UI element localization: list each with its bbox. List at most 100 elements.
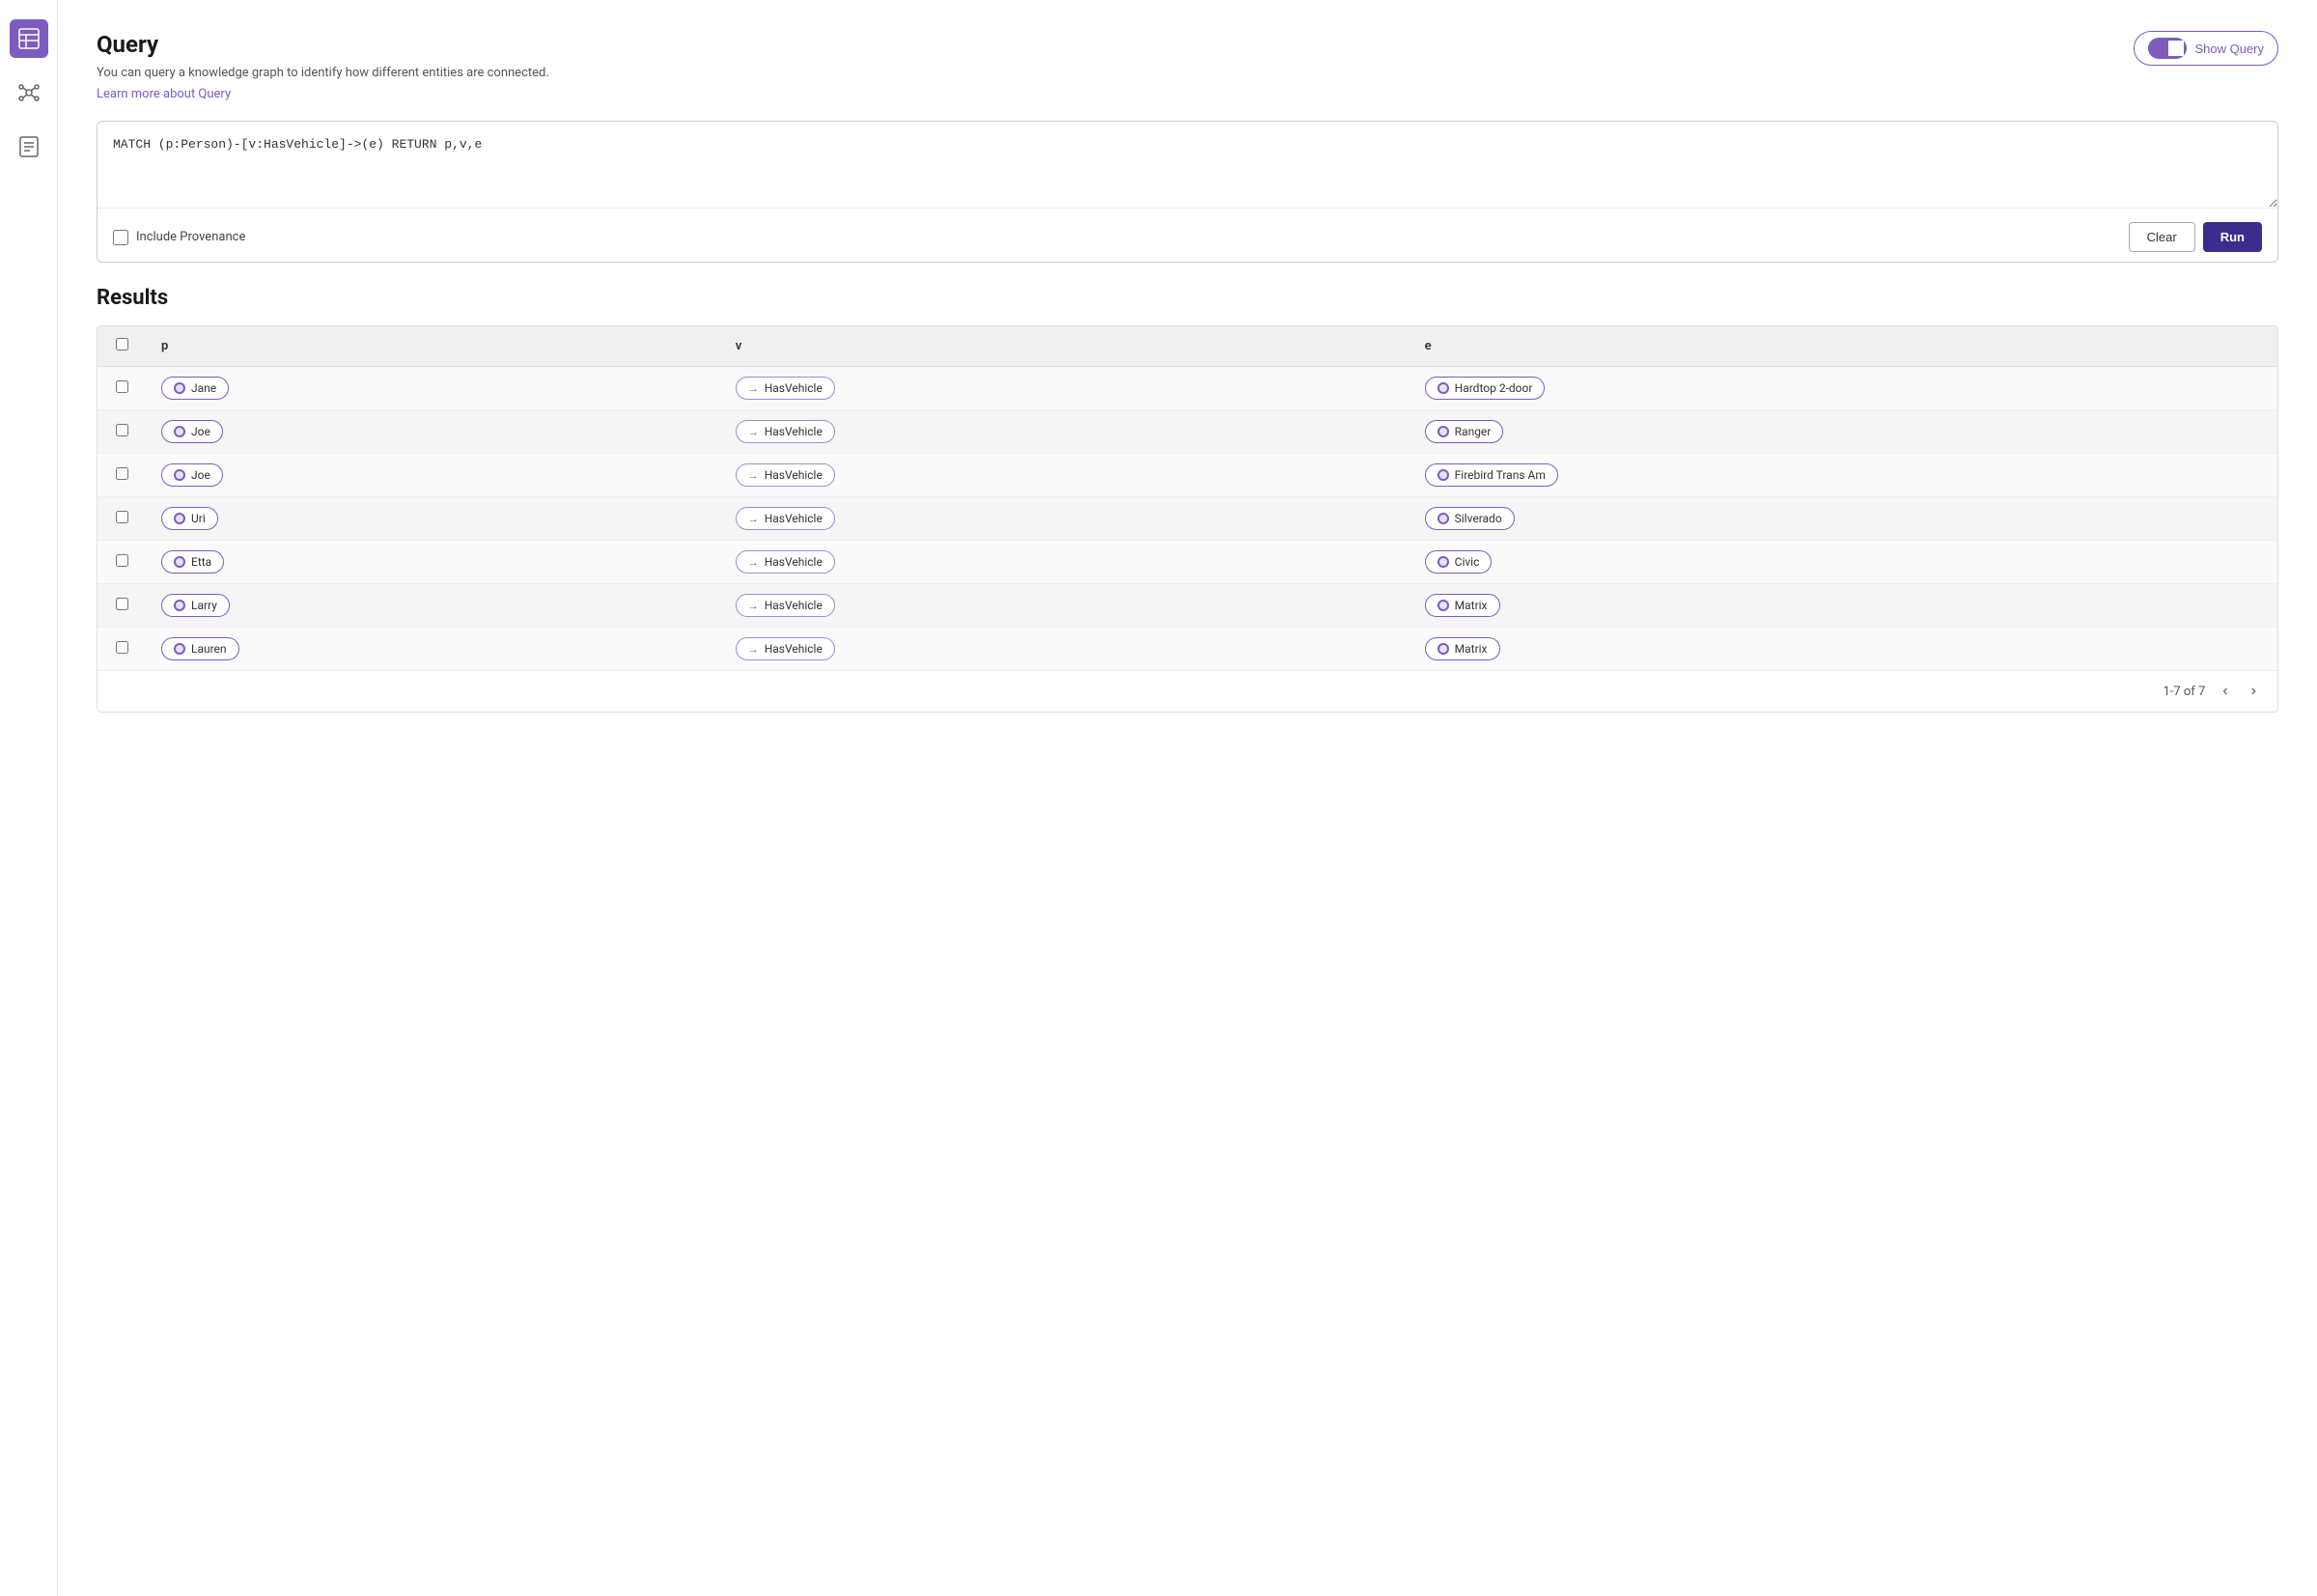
pill-dot [174, 600, 185, 611]
pill-label: Matrix [1455, 599, 1488, 612]
provenance-label-text: Include Provenance [136, 230, 245, 244]
cell-e: Hardtop 2-door [1410, 367, 2277, 410]
include-provenance-label[interactable]: Include Provenance [113, 230, 245, 245]
edge-label: HasVehicle [765, 599, 823, 612]
pill-edge: → HasVehicle [736, 594, 835, 617]
pill-label: Ranger [1455, 425, 1492, 438]
row-checkbox-cell [98, 541, 146, 584]
sidebar-icon-graph[interactable] [10, 73, 48, 112]
sidebar-icon-table[interactable] [10, 19, 48, 58]
table-row: Joe → HasVehicle Firebird Trans Am [98, 454, 2277, 497]
pill-person: Etta [161, 550, 224, 574]
cell-e: Ranger [1410, 410, 2277, 454]
edge-arrow: → [748, 469, 759, 482]
cell-p: Etta [146, 541, 720, 584]
results-title: Results [97, 286, 2278, 310]
pill-dot [1438, 469, 1449, 481]
edge-label: HasVehicle [765, 512, 823, 525]
row-checkbox[interactable] [116, 467, 128, 480]
pill-person: Lauren [161, 637, 239, 660]
row-checkbox-cell [98, 410, 146, 454]
row-checkbox[interactable] [116, 554, 128, 567]
results-table-wrapper: p v e Jane → HasVehicle Hardtop 2-door Joe → H… [97, 325, 2278, 713]
cell-p: Joe [146, 454, 720, 497]
table-row: Etta → HasVehicle Civic [98, 541, 2277, 584]
row-checkbox[interactable] [116, 641, 128, 654]
pill-person: Joe [161, 420, 223, 443]
col-header-v: v [720, 326, 1410, 367]
pill-dot [174, 556, 185, 568]
clear-button[interactable]: Clear [2129, 222, 2195, 252]
pill-label: Hardtop 2-door [1455, 381, 1533, 395]
sidebar [0, 0, 58, 1596]
cell-v: →HasVehicle [720, 628, 1410, 671]
col-header-p: p [146, 326, 720, 367]
cell-v: →HasVehicle [720, 410, 1410, 454]
next-page-button[interactable]: › [2246, 681, 2262, 702]
query-textarea[interactable] [98, 122, 2277, 209]
include-provenance-checkbox[interactable] [113, 230, 128, 245]
learn-more-link[interactable]: Learn more about Query [97, 87, 231, 101]
row-checkbox[interactable] [116, 511, 128, 523]
cell-e: Firebird Trans Am [1410, 454, 2277, 497]
pill-dot [174, 643, 185, 655]
pill-dot [1438, 513, 1449, 524]
pill-vehicle: Silverado [1425, 507, 1515, 530]
row-checkbox[interactable] [116, 424, 128, 436]
sidebar-icon-report[interactable] [10, 127, 48, 166]
cell-p: Larry [146, 584, 720, 628]
cell-p: Uri [146, 497, 720, 541]
select-all-checkbox[interactable] [116, 338, 128, 350]
pill-label: Silverado [1455, 512, 1502, 525]
prev-page-button[interactable]: ‹ [2217, 681, 2233, 702]
results-table: p v e Jane → HasVehicle Hardtop 2-door Joe → H… [98, 326, 2277, 670]
cell-v: → HasVehicle [720, 454, 1410, 497]
edge-label: HasVehicle [765, 425, 823, 438]
page-header: Query You can query a knowledge graph to… [97, 31, 549, 101]
pill-vehicle: Firebird Trans Am [1425, 463, 1558, 487]
pill-dot [174, 469, 185, 481]
col-header-checkbox [98, 326, 146, 367]
cell-v: → HasVehicle [720, 497, 1410, 541]
pill-label: Joe [191, 468, 210, 482]
pill-dot [174, 382, 185, 394]
pill-dot [174, 513, 185, 524]
cell-p: Jane [146, 367, 720, 410]
table-footer: 1-7 of 7 ‹ › [98, 670, 2277, 712]
pill-edge: →HasVehicle [736, 637, 835, 660]
pill-person: Jane [161, 377, 229, 400]
pill-person: Larry [161, 594, 230, 617]
toggle-slider [2148, 38, 2187, 59]
edge-arrow: → [748, 600, 759, 612]
pill-vehicle: Hardtop 2-door [1425, 377, 1546, 400]
main-content: Query You can query a knowledge graph to… [58, 0, 2317, 1596]
pill-label: Joe [191, 425, 210, 438]
pill-label: Matrix [1455, 642, 1488, 656]
edge-arrow: → [748, 513, 759, 525]
edge-arrow: → [748, 556, 759, 569]
pill-vehicle: Matrix [1425, 594, 1500, 617]
row-checkbox[interactable] [116, 598, 128, 610]
pill-label: Uri [191, 512, 206, 525]
cell-e: Matrix [1410, 584, 2277, 628]
run-button[interactable]: Run [2203, 222, 2262, 252]
pill-dot [1438, 426, 1449, 437]
row-checkbox-cell [98, 497, 146, 541]
row-checkbox[interactable] [116, 380, 128, 393]
pill-label: Lauren [191, 642, 227, 656]
row-checkbox-cell [98, 584, 146, 628]
pill-dot [1438, 556, 1449, 568]
show-query-label: Show Query [2194, 42, 2264, 56]
pill-label: Jane [191, 381, 216, 395]
pill-vehicle: Civic [1425, 550, 1493, 574]
cell-e: Silverado [1410, 497, 2277, 541]
edge-label: HasVehicle [765, 468, 823, 482]
edge-label: HasVehicle [765, 555, 823, 569]
pill-edge: →HasVehicle [736, 377, 835, 400]
table-row: Lauren →HasVehicle Matrix [98, 628, 2277, 671]
pill-edge: → HasVehicle [736, 550, 835, 574]
pill-dot [1438, 600, 1449, 611]
cell-v: → HasVehicle [720, 584, 1410, 628]
show-query-button[interactable]: Show Query [2134, 31, 2278, 66]
table-header-row: p v e [98, 326, 2277, 367]
